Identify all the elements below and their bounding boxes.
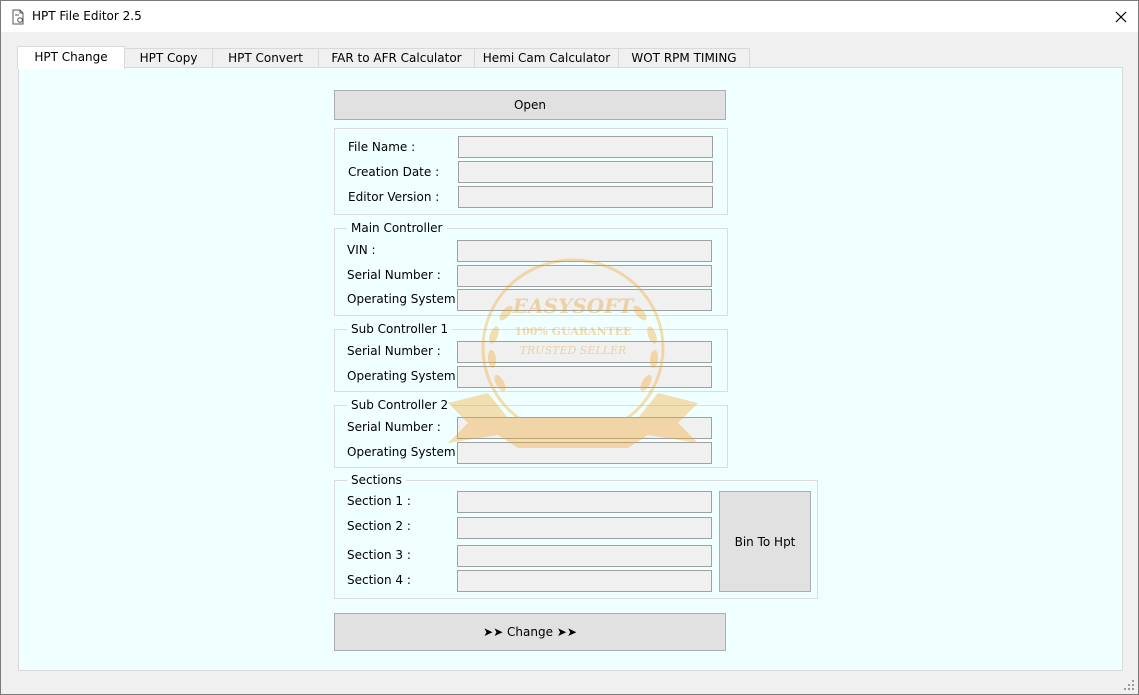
section-4-field[interactable] — [457, 570, 712, 592]
file-name-label: File Name : — [348, 140, 416, 154]
file-info-group: File Name : Creation Date : Editor Versi… — [334, 128, 728, 215]
status-bar — [1, 672, 1138, 694]
title-bar[interactable]: HPT File Editor 2.5 — [1, 1, 1138, 32]
creation-date-label: Creation Date : — [348, 165, 440, 179]
main-serial-field[interactable] — [457, 265, 712, 287]
change-button[interactable]: ➤➤ Change ➤➤ — [334, 613, 726, 651]
sub-controller-1-title: Sub Controller 1 — [347, 322, 453, 336]
sub2-serial-label: Serial Number : — [347, 420, 441, 434]
sub2-os-field[interactable] — [457, 442, 712, 464]
creation-date-field[interactable] — [458, 161, 713, 183]
vin-field[interactable] — [457, 240, 712, 262]
section-2-field[interactable] — [457, 517, 712, 539]
sections-group: Sections Section 1 : Section 2 : Section… — [334, 473, 818, 599]
sub1-os-field[interactable] — [457, 366, 712, 388]
window-title: HPT File Editor 2.5 — [32, 9, 142, 23]
close-button[interactable] — [1104, 1, 1138, 32]
sections-title: Sections — [347, 473, 406, 487]
sub1-serial-field[interactable] — [457, 341, 712, 363]
main-controller-group: Main Controller VIN : Serial Number : Op… — [334, 221, 728, 316]
section-1-label: Section 1 : — [347, 494, 411, 508]
close-icon — [1115, 11, 1127, 22]
app-window: HPT File Editor 2.5 HPT Change HPT Copy … — [0, 0, 1139, 695]
tab-wot-rpm-timing[interactable]: WOT RPM TIMING — [618, 48, 750, 67]
sub-controller-2-title: Sub Controller 2 — [347, 398, 453, 412]
tab-hemi-cam[interactable]: Hemi Cam Calculator — [474, 48, 619, 67]
sub1-os-label: Operating System : — [347, 369, 464, 383]
bin-to-hpt-button[interactable]: Bin To Hpt — [719, 491, 811, 592]
open-button[interactable]: Open — [334, 90, 726, 120]
section-3-field[interactable] — [457, 545, 712, 567]
main-os-field[interactable] — [457, 289, 712, 311]
section-2-label: Section 2 : — [347, 519, 411, 533]
editor-version-field[interactable] — [458, 186, 713, 208]
tab-hpt-convert[interactable]: HPT Convert — [212, 48, 319, 67]
resize-grip-icon[interactable] — [1123, 679, 1135, 691]
main-serial-label: Serial Number : — [347, 268, 441, 282]
sub1-serial-label: Serial Number : — [347, 344, 441, 358]
editor-version-label: Editor Version : — [348, 190, 440, 204]
sub-controller-1-group: Sub Controller 1 Serial Number : Operati… — [334, 322, 728, 392]
section-4-label: Section 4 : — [347, 573, 411, 587]
section-1-field[interactable] — [457, 491, 712, 513]
sub2-serial-field[interactable] — [457, 417, 712, 439]
file-name-field[interactable] — [458, 136, 713, 158]
main-controller-title: Main Controller — [347, 221, 447, 235]
tab-hpt-change[interactable]: HPT Change — [17, 46, 125, 69]
sub2-os-label: Operating System : — [347, 445, 464, 459]
vin-label: VIN : — [347, 243, 376, 257]
main-os-label: Operating System : — [347, 292, 464, 306]
sub-controller-2-group: Sub Controller 2 Serial Number : Operati… — [334, 398, 728, 468]
tab-far-to-afr[interactable]: FAR to AFR Calculator — [318, 48, 475, 67]
hpt-change-panel: Open File Name : Creation Date : Editor … — [18, 67, 1123, 671]
tab-hpt-copy[interactable]: HPT Copy — [124, 48, 213, 67]
app-document-icon — [11, 9, 25, 25]
section-3-label: Section 3 : — [347, 548, 411, 562]
